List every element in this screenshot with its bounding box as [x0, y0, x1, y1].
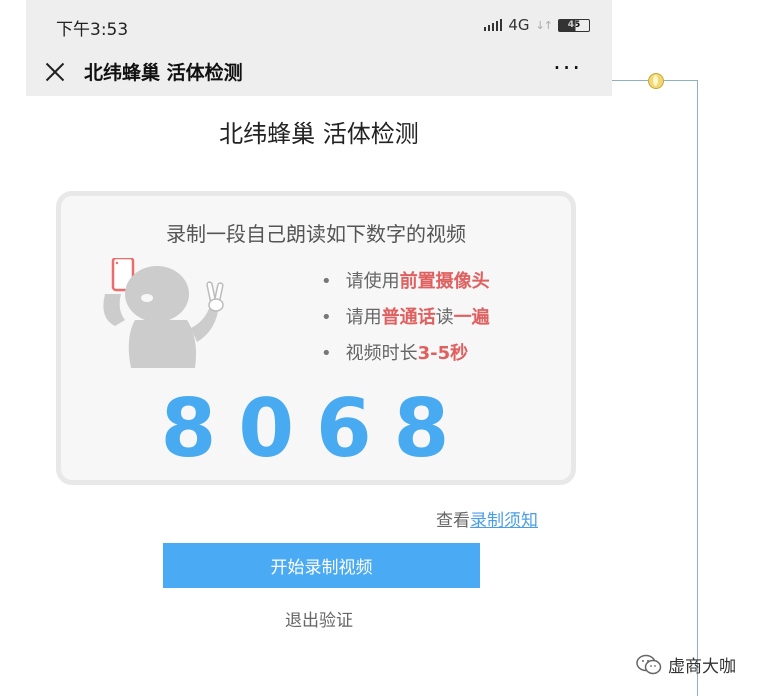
wechat-icon: [636, 654, 662, 674]
notice-prefix: 查看: [436, 511, 470, 531]
battery-level: 45: [567, 19, 581, 30]
status-indicators: 4G ↓↑ 45: [484, 16, 590, 34]
phone-screen: 下午3:53 4G ↓↑ 45 北纬蜂巢 活体检测 ··· 北纬蜂巢 活体检测 …: [26, 0, 612, 696]
close-icon[interactable]: [42, 59, 68, 85]
nav-bar: 北纬蜂巢 活体检测 ···: [26, 50, 612, 96]
data-arrows-icon: ↓↑: [535, 18, 553, 32]
watermark-text: 虚商大咖: [668, 657, 736, 677]
battery-icon: 45: [558, 18, 590, 32]
verification-code: 8068: [160, 382, 472, 475]
exit-verification-link[interactable]: 退出验证: [26, 606, 612, 631]
more-menu-icon[interactable]: ···: [553, 54, 582, 82]
nav-title: 北纬蜂巢 活体检测: [84, 62, 243, 84]
instruction-card: 录制一段自己朗读如下数字的视频 请使用前置摄像头 请: [56, 191, 576, 485]
start-recording-button[interactable]: 开始录制视频: [163, 543, 480, 588]
status-bar: 下午3:53 4G ↓↑ 45: [26, 0, 612, 50]
watermark: 虚商大咖: [636, 652, 736, 677]
page-title: 北纬蜂巢 活体检测: [219, 120, 419, 148]
selfie-person-illustration: [103, 258, 224, 368]
recording-notice-link[interactable]: 录制须知: [470, 511, 538, 531]
tips-list: 请使用前置摄像头 请用普通话读一遍 视频时长3-5秒: [321, 264, 490, 372]
tip-item: 视频时长3-5秒: [321, 336, 490, 372]
tip-item: 请使用前置摄像头: [321, 264, 490, 300]
signal-icon: [484, 19, 503, 31]
annotation-marker: [648, 73, 664, 89]
status-time: 下午3:53: [56, 20, 129, 40]
notice-row: 查看录制须知: [436, 506, 538, 531]
network-type: 4G: [508, 16, 530, 34]
annotation-line: [697, 80, 698, 696]
card-title: 录制一段自己朗读如下数字的视频: [166, 222, 466, 246]
tip-item: 请用普通话读一遍: [321, 300, 490, 336]
